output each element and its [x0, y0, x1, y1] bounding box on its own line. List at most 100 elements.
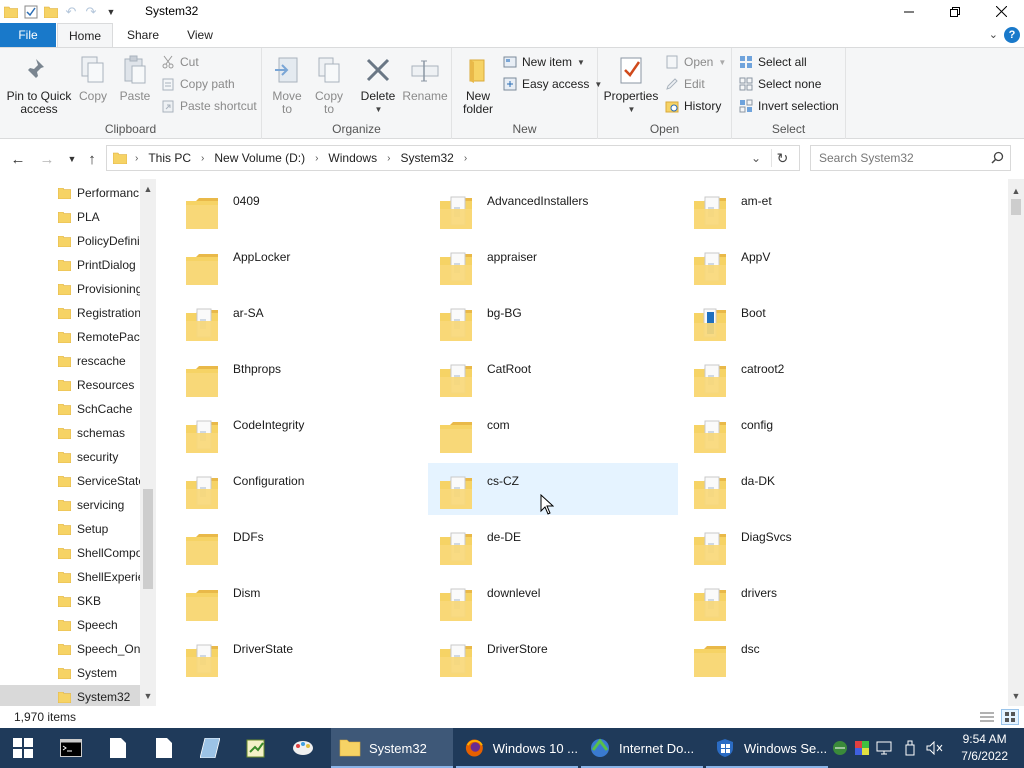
new-folder-button[interactable]: New folder [458, 52, 498, 116]
chevron-right-icon[interactable]: › [456, 153, 475, 164]
nav-item[interactable]: SchCache [0, 397, 140, 421]
file-list-scroll-thumb[interactable] [1011, 199, 1021, 215]
nav-item[interactable]: Provisioning [0, 277, 140, 301]
folder-tile[interactable]: DiagSvcs [682, 519, 932, 571]
folder-tile[interactable]: Dism [174, 575, 424, 627]
nav-item[interactable]: RemotePacl [0, 325, 140, 349]
nav-item[interactable]: ServiceState [0, 469, 140, 493]
nav-scrollbar[interactable]: ▲ ▼ [140, 179, 156, 706]
folder-tile[interactable]: CatRoot [428, 351, 678, 403]
folder-tile[interactable]: AppLocker [174, 239, 424, 291]
start-button[interactable] [0, 728, 46, 768]
breadcrumb-windows[interactable]: Windows [326, 151, 379, 165]
pin-to-quick-access-button[interactable]: Pin to Quick access [4, 52, 74, 116]
customize-qat-icon[interactable]: ▼ [102, 3, 120, 20]
address-history-dropdown-icon[interactable]: ⌄ [751, 151, 761, 165]
nav-item[interactable]: Performanc [0, 181, 140, 205]
folder-tile[interactable]: dsc [682, 631, 932, 683]
folder-tile[interactable]: Bthprops [174, 351, 424, 403]
up-arrow-icon[interactable]: ↑ [82, 149, 102, 169]
tab-file[interactable]: File [0, 23, 56, 47]
folder-tile[interactable]: drivers [682, 575, 932, 627]
recent-locations-icon[interactable]: ▼ [62, 149, 82, 169]
cut-button[interactable]: Cut [160, 52, 199, 72]
nav-item[interactable]: servicing [0, 493, 140, 517]
copy-button[interactable]: Copy [76, 52, 110, 103]
folder-tile[interactable]: de-DE [428, 519, 678, 571]
properties-button[interactable]: Properties ▼ [604, 52, 658, 116]
folder-tile[interactable]: Configuration [174, 463, 424, 515]
scroll-up-icon[interactable]: ▲ [1008, 183, 1024, 199]
folder-tile[interactable]: AppV [682, 239, 932, 291]
usb-icon[interactable] [900, 728, 920, 768]
taskbar-app-button[interactable]: System32 [331, 728, 453, 768]
nav-item[interactable]: System32 [0, 685, 140, 706]
folder-tile[interactable]: DriverState [174, 631, 424, 683]
folder-tile[interactable]: com [428, 407, 678, 459]
history-button[interactable]: History [664, 96, 721, 116]
network-app-icon[interactable] [830, 728, 850, 768]
nav-item[interactable]: SKB [0, 589, 140, 613]
help-icon[interactable]: ? [1004, 27, 1020, 43]
new-folder-qat-icon[interactable] [42, 3, 60, 20]
taskbar-app-button[interactable]: Windows Se... [706, 728, 828, 768]
tab-home[interactable]: Home [57, 23, 113, 47]
display-icon[interactable] [874, 728, 894, 768]
folder-tile[interactable]: ar-SA [174, 295, 424, 347]
new-item-button[interactable]: New item ▼ [502, 52, 585, 72]
notepad-plus-icon[interactable] [233, 728, 279, 768]
clock[interactable]: 9:54 AM 7/6/2022 [961, 731, 1008, 765]
folder-tile[interactable]: bg-BG [428, 295, 678, 347]
folder-tile[interactable]: DriverStore [428, 631, 678, 683]
minimize-button[interactable] [886, 0, 932, 23]
folder-tile[interactable]: appraiser [428, 239, 678, 291]
maximize-button[interactable] [932, 0, 978, 23]
chevron-right-icon[interactable]: › [379, 153, 398, 164]
back-arrow-icon[interactable]: ← [8, 149, 28, 169]
document-icon[interactable] [95, 728, 141, 768]
document-icon[interactable] [141, 728, 187, 768]
command-prompt-icon[interactable] [48, 728, 94, 768]
breadcrumb-system32[interactable]: System32 [398, 151, 455, 165]
folder-tile[interactable]: am-et [682, 183, 932, 235]
chevron-right-icon[interactable]: › [127, 153, 146, 164]
rename-button[interactable]: Rename [402, 52, 448, 103]
redo-icon[interactable]: ↷ [82, 3, 100, 20]
nav-item[interactable]: Speech_One [0, 637, 140, 661]
paint-icon[interactable] [280, 728, 326, 768]
folder-tile[interactable]: Boot [682, 295, 932, 347]
select-all-button[interactable]: Select all [738, 52, 807, 72]
nav-item[interactable]: Speech [0, 613, 140, 637]
open-button[interactable]: Open ▼ [664, 52, 726, 72]
select-none-button[interactable]: Select none [738, 74, 821, 94]
easy-access-button[interactable]: Easy access ▼ [502, 74, 602, 94]
file-list-scrollbar[interactable]: ▲ ▼ [1008, 179, 1024, 706]
volume-muted-icon[interactable] [924, 728, 946, 768]
properties-qat-icon[interactable] [22, 3, 40, 20]
nav-item[interactable]: Resources [0, 373, 140, 397]
taskbar-app-button[interactable]: Internet Do... [581, 728, 703, 768]
paste-button[interactable]: Paste [116, 52, 154, 103]
nav-item[interactable]: schemas [0, 421, 140, 445]
folder-tile[interactable]: catroot2 [682, 351, 932, 403]
folder-tile[interactable]: DDFs [174, 519, 424, 571]
folder-tile[interactable]: config [682, 407, 932, 459]
nav-item[interactable]: Registration [0, 301, 140, 325]
search-icon[interactable] [991, 151, 1004, 167]
address-bar[interactable]: › This PC › New Volume (D:) › Windows › … [106, 145, 800, 171]
nav-item[interactable]: ShellCompo [0, 541, 140, 565]
delete-button[interactable]: Delete ▼ [358, 52, 398, 116]
folder-tile[interactable]: 0409 [174, 183, 424, 235]
breadcrumb-volume[interactable]: New Volume (D:) [212, 151, 307, 165]
paste-shortcut-button[interactable]: Paste shortcut [160, 96, 257, 116]
color-picker-icon[interactable] [852, 728, 872, 768]
notepad-icon[interactable] [187, 728, 233, 768]
nav-item[interactable]: PolicyDefini [0, 229, 140, 253]
search-input[interactable]: Search System32 [810, 145, 1011, 171]
nav-item[interactable]: PLA [0, 205, 140, 229]
scroll-down-icon[interactable]: ▼ [1008, 688, 1024, 704]
close-button[interactable] [978, 0, 1024, 23]
folder-tile[interactable]: AdvancedInstallers [428, 183, 678, 235]
scroll-down-icon[interactable]: ▼ [140, 688, 156, 704]
folder-tile[interactable]: da-DK [682, 463, 932, 515]
